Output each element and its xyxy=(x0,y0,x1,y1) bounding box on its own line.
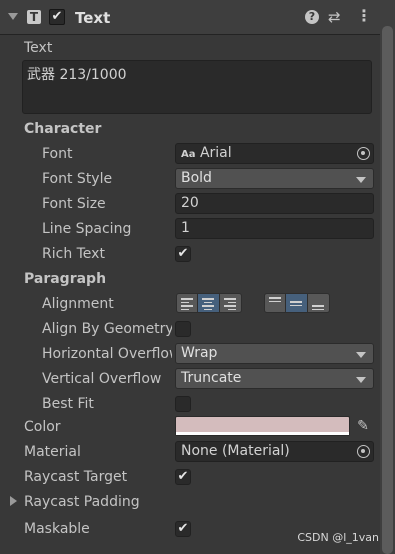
align-by-geometry-checkbox[interactable] xyxy=(175,321,191,337)
eyedropper-icon[interactable]: ✎ xyxy=(352,416,374,436)
vertical-overflow-value: Truncate xyxy=(181,370,242,386)
raycast-target-label: Raycast Target xyxy=(24,469,128,485)
chevron-down-icon xyxy=(356,352,366,358)
line-spacing-field[interactable]: 1 xyxy=(175,218,374,239)
font-label: Font xyxy=(42,146,73,162)
material-object-field[interactable]: None (Material) xyxy=(175,441,374,462)
component-title: Text xyxy=(75,9,111,27)
font-style-label: Font Style xyxy=(42,171,113,187)
object-picker-icon[interactable] xyxy=(357,445,370,458)
vertical-overflow-dropdown[interactable]: Truncate xyxy=(175,368,374,389)
line-spacing-label: Line Spacing xyxy=(42,221,132,237)
font-value: Arial xyxy=(199,145,232,161)
object-picker-icon[interactable] xyxy=(357,147,370,160)
align-by-geometry-label: Align By Geometry xyxy=(42,321,172,337)
font-asset-icon: Aa xyxy=(181,149,196,160)
component-foldout-arrow[interactable] xyxy=(8,13,18,20)
maskable-checkbox[interactable]: ✔ xyxy=(175,521,191,537)
font-size-field[interactable]: 20 xyxy=(175,193,374,214)
font-object-field[interactable]: Aa Arial xyxy=(175,143,374,164)
chevron-down-icon xyxy=(356,177,366,183)
text-component-icon: T xyxy=(27,10,41,24)
horizontal-overflow-dropdown[interactable]: Wrap xyxy=(175,343,374,364)
check-icon: ✔ xyxy=(177,521,189,536)
rich-text-checkbox[interactable]: ✔ xyxy=(175,246,191,262)
text-label: Text xyxy=(24,40,53,56)
best-fit-checkbox[interactable] xyxy=(175,396,191,412)
color-label: Color xyxy=(24,419,61,435)
maskable-label: Maskable xyxy=(24,521,90,537)
align-left-icon xyxy=(181,298,193,312)
align-top-icon xyxy=(269,297,281,304)
align-center-button[interactable] xyxy=(198,293,220,313)
align-bottom-icon xyxy=(312,305,324,312)
color-alpha-bar xyxy=(176,432,349,435)
check-icon: ✔ xyxy=(177,469,189,484)
align-left-button[interactable] xyxy=(176,293,198,313)
chevron-down-icon xyxy=(356,377,366,383)
component-enabled-checkbox[interactable]: ✔ xyxy=(49,9,65,25)
align-right-icon xyxy=(224,298,236,312)
watermark: CSDN @l_1van xyxy=(297,531,379,544)
align-top-button[interactable] xyxy=(264,293,286,313)
font-style-dropdown[interactable]: Bold xyxy=(175,168,374,189)
font-size-label: Font Size xyxy=(42,196,106,212)
best-fit-label: Best Fit xyxy=(42,396,94,412)
align-center-icon xyxy=(202,298,214,312)
check-icon: ✔ xyxy=(51,9,63,24)
horizontal-overflow-label: Horizontal Overflow xyxy=(42,346,172,362)
presets-icon[interactable]: ⇄ xyxy=(328,8,341,26)
raycast-target-checkbox[interactable]: ✔ xyxy=(175,469,191,485)
context-menu-icon[interactable]: ⋮ xyxy=(356,6,372,25)
align-middle-button[interactable] xyxy=(286,293,308,313)
help-icon[interactable]: ? xyxy=(305,10,319,24)
material-value: None (Material) xyxy=(181,443,290,459)
font-style-value: Bold xyxy=(181,170,212,186)
align-middle-icon xyxy=(290,301,302,308)
rich-text-label: Rich Text xyxy=(42,246,105,262)
raycast-padding-foldout-arrow[interactable] xyxy=(10,496,17,506)
vertical-overflow-label: Vertical Overflow xyxy=(42,371,162,387)
character-section-title: Character xyxy=(24,121,102,137)
alignment-label: Alignment xyxy=(42,296,114,312)
scrollbar-thumb[interactable] xyxy=(382,26,393,554)
align-bottom-button[interactable] xyxy=(308,293,330,313)
horizontal-overflow-value: Wrap xyxy=(181,345,218,361)
paragraph-section-title: Paragraph xyxy=(24,271,107,287)
align-right-button[interactable] xyxy=(220,293,242,313)
horizontal-alignment-group xyxy=(176,293,242,313)
text-content-field[interactable]: 武器 213/1000 xyxy=(22,60,372,114)
vertical-alignment-group xyxy=(264,293,330,313)
check-icon: ✔ xyxy=(177,246,189,261)
material-label: Material xyxy=(24,444,81,460)
raycast-padding-label[interactable]: Raycast Padding xyxy=(24,494,140,510)
